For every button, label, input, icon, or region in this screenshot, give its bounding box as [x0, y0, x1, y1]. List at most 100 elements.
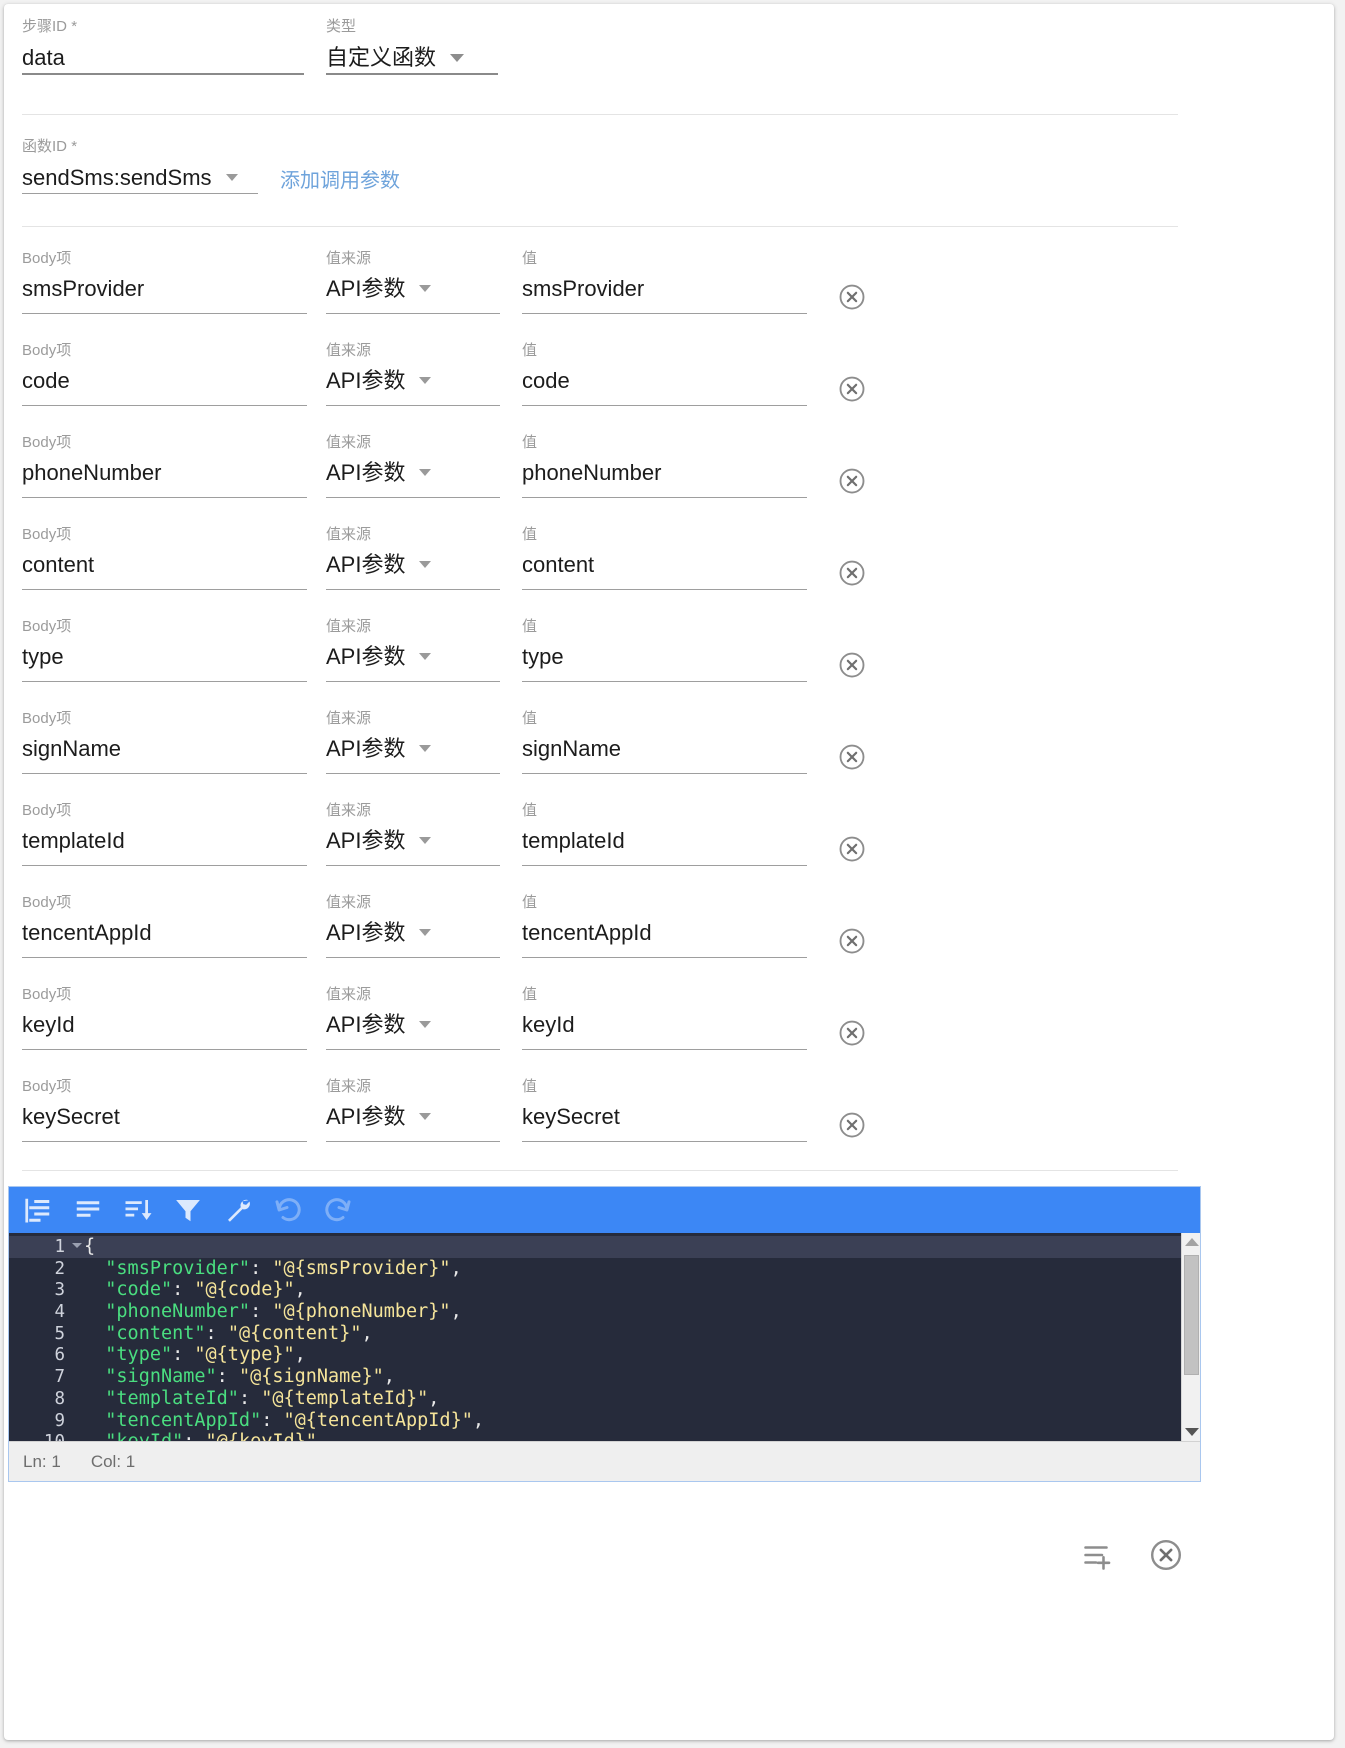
value-source-select[interactable]: API参数 — [326, 268, 500, 304]
scroll-thumb[interactable] — [1184, 1255, 1199, 1375]
value-source-select[interactable]: API参数 — [326, 728, 500, 764]
undo-icon[interactable] — [273, 1195, 303, 1225]
value-input[interactable]: phoneNumber — [522, 452, 807, 488]
body-item-input[interactable]: keyId — [22, 1004, 307, 1040]
value-source-select-text: API参数 — [326, 460, 406, 485]
delete-row-button[interactable] — [837, 834, 867, 864]
json-value: "@{content}" — [227, 1322, 362, 1344]
body-item-input[interactable]: tencentAppId — [22, 912, 307, 948]
delete-row-button[interactable] — [837, 558, 867, 588]
type-select[interactable]: 自定义函数 — [326, 36, 498, 75]
line-number: 3 — [54, 1280, 65, 1301]
function-id-label: 函数ID * — [22, 138, 78, 155]
json-key: "signName" — [83, 1366, 217, 1388]
body-item-input[interactable]: keySecret — [22, 1096, 307, 1132]
format-expand-icon[interactable] — [23, 1195, 53, 1225]
value-source-label: 值来源 — [326, 618, 372, 635]
body-item-input[interactable]: type — [22, 636, 307, 672]
json-key: "tencentAppId" — [83, 1409, 262, 1431]
step-id-field[interactable]: 步骤ID * data — [22, 18, 304, 75]
editor-vertical-scrollbar[interactable] — [1181, 1233, 1200, 1441]
delete-row-button[interactable] — [837, 466, 867, 496]
value-source-select[interactable]: API参数 — [326, 820, 500, 856]
delete-row-button[interactable] — [837, 282, 867, 312]
code-line: 7 "signName": "@{signName}", — [9, 1366, 1181, 1388]
value-label: 值 — [522, 618, 538, 635]
value-input[interactable]: keySecret — [522, 1096, 807, 1132]
function-id-field[interactable]: 函数ID * sendSms:sendSms — [22, 138, 258, 194]
repair-wrench-icon[interactable] — [223, 1195, 253, 1225]
json-value: "@{keyId}" — [206, 1431, 317, 1441]
json-key: "phoneNumber" — [83, 1301, 251, 1323]
value-input[interactable]: signName — [522, 728, 807, 764]
body-item-input[interactable]: content — [22, 544, 307, 580]
editor-status-bar: Ln: 1 Col: 1 — [9, 1441, 1200, 1481]
type-field[interactable]: 类型 自定义函数 — [326, 18, 498, 75]
value-input[interactable]: keyId — [522, 1004, 807, 1040]
value-input[interactable]: tencentAppId — [522, 912, 807, 948]
body-item-input-cell: Body项 signName — [22, 710, 307, 774]
delete-row-button[interactable] — [837, 926, 867, 956]
value-source-select[interactable]: API参数 — [326, 1004, 500, 1040]
delete-row-button[interactable] — [837, 1018, 867, 1048]
sort-icon[interactable] — [123, 1195, 153, 1225]
value-source-select[interactable]: API参数 — [326, 360, 500, 396]
body-item-input[interactable]: smsProvider — [22, 268, 307, 304]
delete-row-button[interactable] — [837, 1110, 867, 1140]
value-source-select[interactable]: API参数 — [326, 912, 500, 948]
body-item-label: Body项 — [22, 1078, 72, 1095]
add-call-param-link[interactable]: 添加调用参数 — [280, 164, 400, 193]
body-item-label: Body项 — [22, 894, 72, 911]
value-input[interactable]: code — [522, 360, 807, 396]
json-punct: : — [216, 1366, 239, 1388]
json-value: "@{smsProvider}" — [272, 1257, 451, 1279]
redo-icon[interactable] — [323, 1195, 353, 1225]
field-underline — [522, 681, 807, 682]
value-input-text: keySecret — [522, 1104, 620, 1129]
step-id-value[interactable]: data — [22, 36, 304, 75]
delete-row-button[interactable] — [837, 742, 867, 772]
body-param-row: Body项 smsProvider 值来源 API参数 值 smsProvider — [4, 250, 1334, 342]
scroll-up-arrow[interactable] — [1182, 1233, 1200, 1251]
delete-row-button[interactable] — [837, 374, 867, 404]
line-number: 5 — [54, 1323, 65, 1344]
value-source-select[interactable]: API参数 — [326, 452, 500, 488]
value-source-select[interactable]: API参数 — [326, 1096, 500, 1132]
field-underline — [22, 1141, 307, 1142]
value-input[interactable]: smsProvider — [522, 268, 807, 304]
function-id-select[interactable]: sendSms:sendSms — [22, 156, 258, 194]
scroll-down-arrow[interactable] — [1182, 1423, 1200, 1441]
chevron-down-icon — [419, 653, 432, 661]
body-item-input-text: keySecret — [22, 1104, 120, 1129]
value-input-text: keyId — [522, 1012, 575, 1037]
value-source-select-text: API参数 — [326, 552, 406, 577]
fold-toggle-icon[interactable] — [72, 1243, 82, 1248]
add-list-item-icon[interactable] — [1081, 1537, 1117, 1573]
value-input-cell: 值 phoneNumber — [522, 434, 807, 498]
json-key: "templateId" — [83, 1387, 239, 1409]
value-source-label: 值来源 — [326, 250, 372, 267]
value-input[interactable]: content — [522, 544, 807, 580]
body-item-input[interactable]: phoneNumber — [22, 452, 307, 488]
body-item-input-cell: Body项 code — [22, 342, 307, 406]
value-source-select-text: API参数 — [326, 1104, 406, 1129]
value-input[interactable]: templateId — [522, 820, 807, 856]
value-source-select[interactable]: API参数 — [326, 544, 500, 580]
body-item-input[interactable]: code — [22, 360, 307, 396]
body-item-input-cell: Body项 keySecret — [22, 1078, 307, 1142]
value-source-select[interactable]: API参数 — [326, 636, 500, 672]
json-editor-body[interactable]: 1{2 "smsProvider": "@{smsProvider}", 3 "c… — [9, 1233, 1200, 1441]
remove-circle-icon[interactable] — [1148, 1537, 1184, 1573]
field-underline — [22, 589, 307, 590]
body-param-row: Body项 signName 值来源 API参数 值 signName — [4, 710, 1334, 802]
value-input[interactable]: type — [522, 636, 807, 672]
type-label: 类型 — [326, 18, 357, 35]
format-compact-icon[interactable] — [73, 1195, 103, 1225]
code-content[interactable]: 1{2 "smsProvider": "@{smsProvider}", 3 "c… — [9, 1233, 1181, 1441]
filter-icon[interactable] — [173, 1195, 203, 1225]
code-line: 2 "smsProvider": "@{smsProvider}", — [9, 1258, 1181, 1280]
delete-row-button[interactable] — [837, 650, 867, 680]
type-select-value: 自定义函数 — [326, 45, 437, 70]
body-item-input[interactable]: signName — [22, 728, 307, 764]
body-item-input[interactable]: templateId — [22, 820, 307, 856]
